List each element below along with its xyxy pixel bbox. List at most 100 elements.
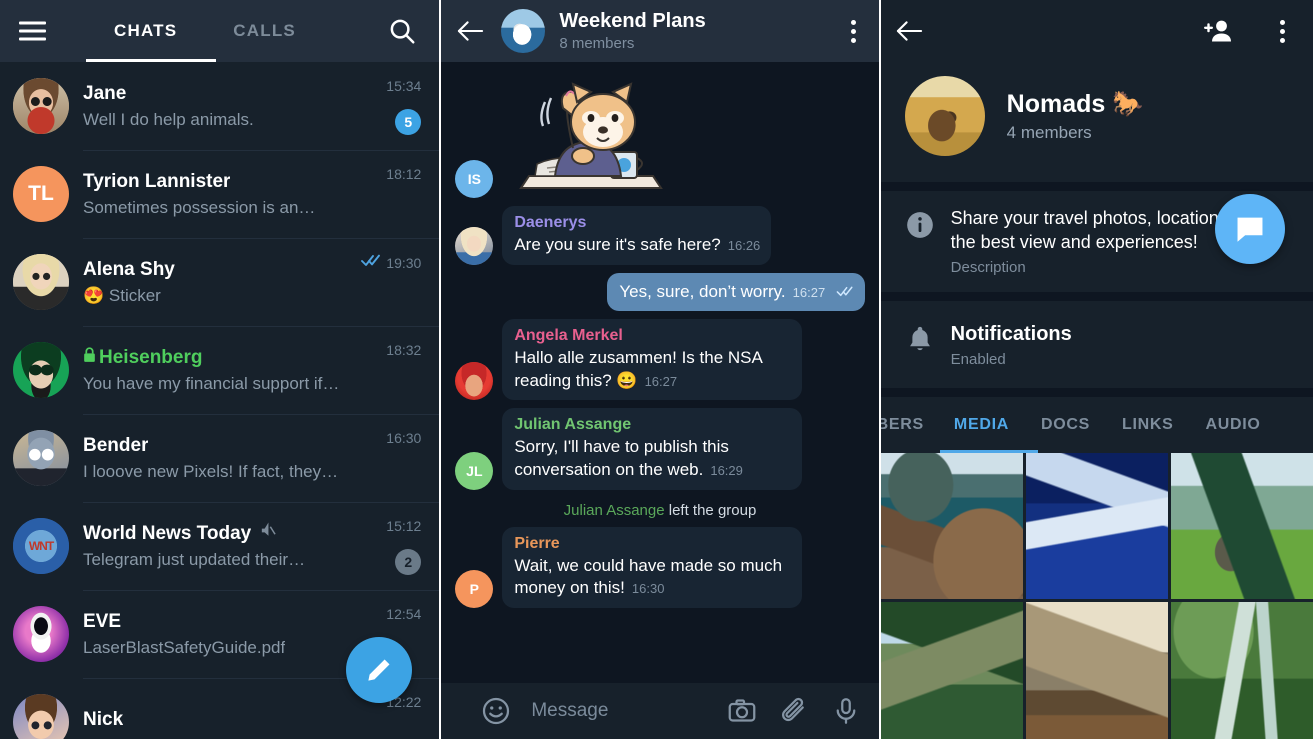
- section-divider: [880, 387, 1313, 397]
- open-chat-fab[interactable]: [1215, 194, 1285, 264]
- message-list[interactable]: IS Daenerys Are you sure it's safe here?…: [441, 62, 879, 683]
- message-bubble[interactable]: Julian Assange Sorry, I'll have to publi…: [502, 408, 803, 490]
- shiba-inu-sticker[interactable]: [511, 68, 671, 198]
- message-author: Julian Assange: [514, 416, 632, 434]
- media-grid: [880, 452, 1313, 739]
- add-person-icon[interactable]: [1203, 16, 1233, 46]
- message-input[interactable]: Message: [531, 700, 704, 722]
- search-icon[interactable]: [387, 16, 417, 46]
- chat-list-header: CHATS CALLS: [0, 0, 440, 62]
- group-info-tabs: BERS MEDIA DOCS LINKS AUDIO: [880, 396, 1313, 453]
- message-bubble[interactable]: Pierre Wait, we could have made so much …: [502, 526, 803, 608]
- chat-name: EVE: [83, 610, 122, 632]
- message-text: Yes, sure, don’t worry.: [619, 281, 786, 301]
- message-timestamp: 16:26: [727, 238, 761, 253]
- chat-name: Heisenberg: [99, 346, 203, 368]
- media-thumbnail[interactable]: [1170, 452, 1313, 599]
- avatar: [13, 342, 69, 398]
- section-divider: [880, 182, 1313, 191]
- chat-preview: You have my financial support if…: [83, 373, 340, 393]
- chat-meta: 15:12: [386, 518, 421, 534]
- list-item[interactable]: WNT World News Today Telegram just updat…: [0, 502, 440, 590]
- media-thumbnail[interactable]: [880, 601, 1023, 739]
- notifications-section[interactable]: Notifications Enabled: [880, 300, 1313, 388]
- message-timestamp: 16:29: [710, 463, 743, 479]
- list-item[interactable]: Heisenberg You have my financial support…: [0, 326, 440, 414]
- chat-timestamp: 15:12: [386, 518, 422, 534]
- notifications-status: Enabled: [950, 350, 1006, 368]
- media-thumbnail[interactable]: [1025, 452, 1168, 599]
- message-row: JL Julian Assange Sorry, I'll have to pu…: [441, 408, 878, 490]
- hamburger-menu-icon[interactable]: [19, 21, 46, 41]
- list-item[interactable]: Alena Shy 😍 Sticker 19:30: [0, 238, 440, 326]
- avatar: [13, 430, 69, 486]
- avatar: [455, 226, 494, 265]
- group-name-block: Nomads 🐎 4 members: [1007, 90, 1144, 143]
- notifications-title: Notifications: [950, 322, 1072, 345]
- back-arrow-icon[interactable]: [455, 16, 485, 46]
- media-thumbnail[interactable]: [1025, 601, 1168, 739]
- avatar: [13, 78, 69, 134]
- chat-preview: 😍 Sticker: [83, 285, 161, 305]
- message-bubble[interactable]: Angela Merkel Hallo alle zusammen! Is th…: [502, 319, 803, 401]
- chat-preview: Well I do help animals.: [83, 109, 254, 129]
- service-message-name: Julian Assange: [563, 501, 665, 519]
- new-message-fab[interactable]: [346, 637, 413, 703]
- paperclip-icon[interactable]: [779, 696, 809, 726]
- list-item-body: Bender I looove new Pixels! If fact, the…: [83, 435, 421, 482]
- avatar[interactable]: [501, 9, 546, 53]
- service-message: Julian Assange left the group: [441, 502, 878, 519]
- message-timestamp: 16:30: [631, 581, 665, 597]
- kebab-menu-icon[interactable]: [841, 16, 867, 46]
- emoji-smiley-icon[interactable]: [481, 696, 511, 726]
- chat-meta: 18:12: [386, 166, 421, 182]
- conversation-header: Weekend Plans 8 members: [441, 0, 879, 62]
- chat-preview: I looove new Pixels! If fact, they…: [83, 461, 339, 481]
- message-row: P Pierre Wait, we could have made so muc…: [441, 526, 878, 608]
- list-item-body: Nick: [83, 709, 421, 736]
- tab-chats[interactable]: CHATS: [86, 0, 205, 62]
- camera-icon[interactable]: [727, 696, 757, 726]
- chat-list-panel: CHATS CALLS Jane Well I do help animals.…: [0, 0, 440, 739]
- message-bubble-outgoing[interactable]: Yes, sure, don’t worry. 16:27: [607, 272, 865, 312]
- avatar-initials: TL: [28, 182, 54, 205]
- message-row: Daenerys Are you sure it's safe here? 16:…: [441, 206, 878, 265]
- microphone-icon[interactable]: [831, 696, 861, 726]
- tab-audio[interactable]: AUDIO: [1190, 416, 1277, 434]
- avatar-initials: P: [469, 580, 479, 597]
- chat-preview: LaserBlastSafetyGuide.pdf: [83, 637, 286, 657]
- unread-badge-muted: 2: [395, 549, 422, 575]
- media-thumbnail[interactable]: [1170, 601, 1313, 739]
- avatar: WNT: [13, 518, 69, 574]
- read-receipt-icon: [361, 254, 381, 272]
- list-item-body: Jane Well I do help animals.: [83, 83, 421, 130]
- conversation-title: Weekend Plans: [559, 10, 706, 32]
- message-bubble[interactable]: Daenerys Are you sure it's safe here? 16:…: [502, 206, 772, 265]
- group-info-panel: Nomads 🐎 4 members Share your travel pho…: [880, 0, 1313, 739]
- kebab-menu-icon[interactable]: [1269, 16, 1295, 46]
- tab-members[interactable]: BERS: [881, 416, 938, 434]
- telegram-three-pane-screenshot: CHATS CALLS Jane Well I do help animals.…: [0, 0, 1313, 739]
- chat-name: World News Today: [83, 523, 252, 544]
- avatar: JL: [455, 451, 494, 490]
- group-info-header: [880, 0, 1313, 62]
- message-text: Are you sure it's safe here?: [514, 235, 721, 254]
- group-members-count: 4 members: [1006, 122, 1092, 142]
- tab-media[interactable]: MEDIA: [938, 416, 1025, 434]
- list-item[interactable]: TL Tyrion Lannister Sometimes possession…: [0, 150, 440, 238]
- tab-calls[interactable]: CALLS: [205, 0, 324, 62]
- list-item[interactable]: Jane Well I do help animals. 15:34 5: [0, 62, 439, 150]
- list-item[interactable]: Bender I looove new Pixels! If fact, the…: [0, 414, 440, 502]
- tab-links[interactable]: LINKS: [1106, 416, 1190, 434]
- avatar: P: [455, 569, 494, 608]
- tab-docs[interactable]: DOCS: [1025, 416, 1106, 434]
- avatar[interactable]: [904, 76, 985, 156]
- back-arrow-icon[interactable]: [895, 16, 925, 46]
- chat-name: Nick: [83, 708, 124, 730]
- group-name: Nomads 🐎: [1006, 89, 1144, 118]
- conversation-titles: Weekend Plans 8 members: [559, 10, 840, 52]
- avatar: [13, 254, 69, 310]
- media-thumbnail[interactable]: [880, 452, 1023, 599]
- chat-timestamp: 19:30: [386, 255, 422, 271]
- list-item-body: World News Today Telegram just updated t…: [83, 522, 421, 570]
